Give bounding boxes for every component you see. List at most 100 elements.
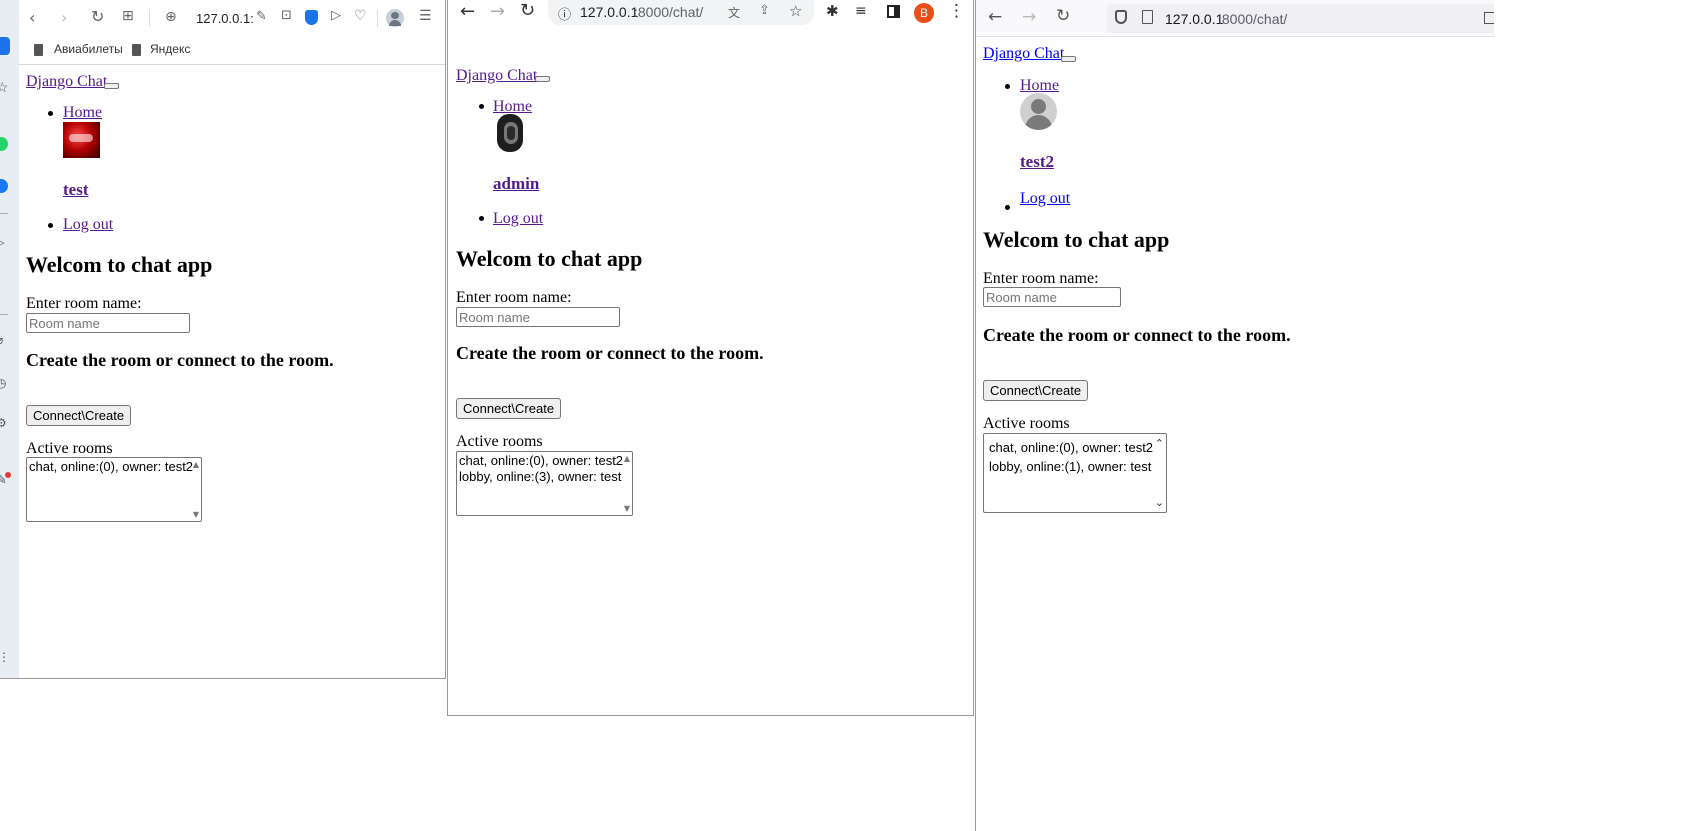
navbar-toggler[interactable] xyxy=(104,83,119,89)
create-room-heading: Create the room or connect to the room. xyxy=(983,325,1291,345)
user-avatar[interactable] xyxy=(496,114,525,153)
star-icon[interactable]: ☆ xyxy=(0,80,9,97)
user-avatar[interactable] xyxy=(63,122,100,158)
toolbar-divider xyxy=(149,9,150,27)
shield-icon[interactable] xyxy=(305,10,318,25)
nav-home-link[interactable]: Home xyxy=(63,104,102,122)
side-panel-icon[interactable] xyxy=(887,5,900,18)
username-link[interactable]: test xyxy=(63,180,88,200)
back-icon[interactable]: ‹ xyxy=(29,10,35,26)
scroll-down-icon[interactable]: ▼ xyxy=(624,504,630,513)
forward-icon[interactable]: › xyxy=(61,10,67,26)
tabs-grid-icon[interactable]: ⊞ xyxy=(122,9,134,23)
room-name-input[interactable] xyxy=(983,287,1121,307)
page-content: Django Chat Home test2 Log out Welcom to… xyxy=(976,37,1494,831)
list-item[interactable]: chat, online:(0), owner: test2 xyxy=(989,438,1161,457)
bookmarks-bar: Авиабилеты Яндекс xyxy=(19,37,445,65)
home-icon[interactable] xyxy=(0,37,10,55)
send-icon[interactable]: › xyxy=(0,278,1,290)
share-icon[interactable]: ⇪ xyxy=(759,3,770,18)
active-rooms-list[interactable]: chat, online:(0), owner: test2 lobby, on… xyxy=(456,451,633,516)
messenger-icon[interactable] xyxy=(0,179,8,193)
notification-dot xyxy=(5,472,11,478)
scroll-down-icon[interactable]: ▼ xyxy=(193,510,199,519)
username-link[interactable]: admin xyxy=(493,174,539,194)
whatsapp-icon[interactable] xyxy=(0,137,8,151)
menu-icon[interactable]: ⋮ xyxy=(948,3,965,20)
logout-link[interactable]: Log out xyxy=(493,210,543,228)
clock-icon[interactable]: ◷ xyxy=(0,376,6,391)
camera-icon[interactable]: ⊡ xyxy=(281,9,292,22)
back-icon[interactable]: ← xyxy=(988,9,1002,26)
yandex-sidebar: ☆ ▷ › ⌀ ◷ ⚙ ✎ ⋮ xyxy=(0,0,19,678)
page-title: Welcom to chat app xyxy=(983,227,1170,252)
bookmark-yandex[interactable]: Яндекс xyxy=(150,42,190,56)
connect-create-button[interactable]: Connect\Create xyxy=(456,398,562,419)
bookmark-file-icon xyxy=(132,44,141,56)
translate-icon[interactable]: 文 xyxy=(728,4,740,21)
edit-icon[interactable]: ✎ xyxy=(256,10,267,23)
navbar-brand[interactable]: Django Chat xyxy=(26,73,107,91)
active-rooms-list[interactable]: chat, online:(0), owner: test2 ▲ ▼ xyxy=(26,457,202,522)
room-name-label: Enter room name: xyxy=(983,270,1099,287)
active-rooms-list[interactable]: chat, online:(0), owner: test2 lobby, on… xyxy=(983,433,1167,513)
username-link[interactable]: test2 xyxy=(1020,152,1054,172)
list-item[interactable]: chat, online:(0), owner: test2 xyxy=(29,459,199,475)
list-bullet xyxy=(1005,205,1010,210)
bookmark-star-icon[interactable]: ☆ xyxy=(789,2,802,20)
forward-icon[interactable]: → xyxy=(1022,9,1036,26)
menu-icon[interactable]: ☰ xyxy=(419,9,432,23)
list-bullet xyxy=(479,216,484,221)
logout-link[interactable]: Log out xyxy=(1020,190,1070,208)
share-icon[interactable]: ▷ xyxy=(331,9,341,22)
more-icon[interactable]: ⋮ xyxy=(0,650,10,665)
connect-create-button[interactable]: Connect\Create xyxy=(26,405,132,426)
list-item[interactable]: lobby, online:(1), owner: test xyxy=(989,457,1161,476)
media-icon[interactable]: ≡ xyxy=(855,4,867,18)
scroll-up-icon[interactable]: ▲ xyxy=(624,454,630,463)
page-title: Welcom to chat app xyxy=(26,252,213,277)
forward-icon[interactable]: → xyxy=(490,3,505,21)
extensions-icon[interactable]: ✱ xyxy=(826,4,839,19)
reload-icon[interactable]: ↻ xyxy=(520,2,535,20)
profile-avatar-icon[interactable] xyxy=(386,9,404,27)
navbar-brand[interactable]: Django Chat xyxy=(983,45,1064,63)
reader-view-icon[interactable] xyxy=(1484,12,1494,24)
play-icon[interactable]: ▷ xyxy=(0,236,4,249)
logout-link[interactable]: Log out xyxy=(63,216,113,234)
navbar-toggler[interactable] xyxy=(535,76,550,82)
page-icon[interactable] xyxy=(1142,10,1153,24)
connect-create-button[interactable]: Connect\Create xyxy=(983,380,1089,401)
address-path: :8000/chat/ xyxy=(1218,11,1288,27)
shield-icon[interactable] xyxy=(1115,10,1127,24)
yandex-toolbar: ‹ › ↻ ⊞ ⊕ 127.0.0.1: ✎ ⊡ ▷ ♡ ☰ xyxy=(19,0,445,37)
heart-icon[interactable]: ♡ xyxy=(354,9,367,23)
page-content: Django Chat Home admin Log out Welcom to… xyxy=(448,26,973,715)
list-item[interactable]: chat, online:(0), owner: test2 xyxy=(459,453,630,469)
navbar-toggler[interactable] xyxy=(1061,56,1076,62)
scroll-up-icon[interactable]: ⌃ xyxy=(1155,437,1164,450)
user-avatar[interactable] xyxy=(1020,93,1057,130)
address-host: 127.0.0.1 xyxy=(580,4,639,20)
settings-icon[interactable]: ⚙ xyxy=(0,416,7,431)
room-name-input[interactable] xyxy=(456,307,620,327)
address-bar[interactable]: 127.0.0.1 :8000/chat/ xyxy=(1107,4,1494,33)
room-name-input[interactable] xyxy=(26,313,190,333)
address-text[interactable]: 127.0.0.1: xyxy=(196,11,254,26)
reload-icon[interactable]: ↻ xyxy=(1056,8,1070,25)
room-name-label: Enter room name: xyxy=(26,295,142,312)
page-title: Welcom to chat app xyxy=(456,246,643,271)
scroll-down-icon[interactable]: ⌄ xyxy=(1155,496,1164,509)
back-icon[interactable]: ← xyxy=(460,3,475,21)
reload-icon[interactable]: ↻ xyxy=(91,9,104,25)
scroll-up-icon[interactable]: ▲ xyxy=(193,460,199,469)
active-rooms-label: Active rooms xyxy=(26,440,113,457)
list-item[interactable]: lobby, online:(3), owner: test xyxy=(459,469,630,485)
address-bar[interactable]: ⓘ 127.0.0.1 :8000/chat/ 文 ⇪ ☆ xyxy=(548,0,814,25)
pin-icon[interactable]: ⌀ xyxy=(0,333,3,348)
bookmark-aviabilety[interactable]: Авиабилеты xyxy=(54,42,123,56)
navbar-brand[interactable]: Django Chat xyxy=(456,67,537,85)
profile-avatar[interactable]: B xyxy=(914,3,934,23)
list-bullet xyxy=(479,104,484,109)
site-info-icon[interactable]: ⓘ xyxy=(558,4,571,23)
